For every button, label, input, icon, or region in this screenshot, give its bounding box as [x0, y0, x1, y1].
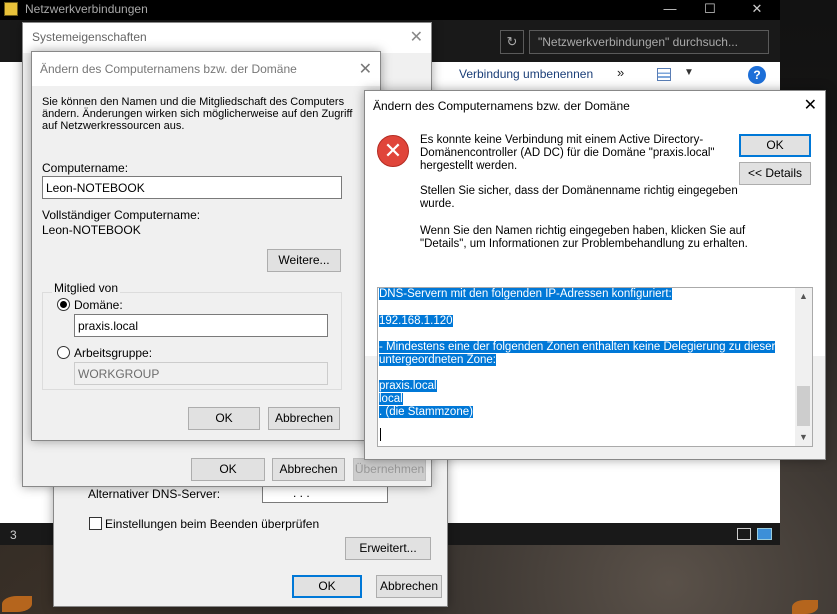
text-cursor	[380, 428, 381, 441]
computer-name-input[interactable]: Leon-NOTEBOOK	[42, 176, 342, 199]
details-view-icon[interactable]	[737, 528, 751, 540]
validate-settings-label: Einstellungen beim Beenden überprüfen	[105, 517, 320, 531]
details-line: . (die Stammzone)	[379, 406, 473, 419]
chevron-down-icon[interactable]: ▼	[684, 67, 694, 78]
workgroup-radio[interactable]	[57, 346, 70, 359]
alt-dns-label: Alternativer DNS-Server:	[88, 487, 221, 501]
workgroup-label: Arbeitsgruppe:	[74, 346, 153, 360]
minimize-button[interactable]: —	[655, 1, 685, 16]
help-icon[interactable]: ?	[748, 66, 766, 84]
computer-name-label: Computername:	[42, 161, 129, 175]
error-dialog: Ändern des Computernamens bzw. der Domän…	[364, 90, 826, 460]
details-line: 192.168.1.120	[379, 315, 453, 328]
change-computer-name-dialog: Ändern des Computernamens bzw. der Domän…	[31, 51, 381, 441]
cancel-button[interactable]: Abbrechen	[272, 458, 345, 481]
leaf-decoration	[2, 596, 32, 612]
error-message-2: Stellen Sie sicher, dass der Domänenname…	[420, 185, 738, 210]
scroll-up-icon[interactable]: ▲	[795, 288, 812, 305]
details-line-text: untergeordneten Zone:	[379, 354, 497, 366]
details-line: - Mindestens eine der folgenden Zonen en…	[379, 341, 776, 354]
window-title: Ändern des Computernamens bzw. der Domän…	[373, 99, 630, 113]
details-line: untergeordneten Zone:	[379, 354, 497, 367]
item-count: 3	[10, 528, 17, 542]
details-line-text: 192.168.1.120	[379, 315, 453, 327]
large-icons-view-icon[interactable]	[757, 528, 772, 540]
window-title: Ändern des Computernamens bzw. der Domän…	[40, 62, 297, 76]
view-options-icon[interactable]	[657, 68, 671, 81]
validate-settings-checkbox[interactable]	[89, 517, 102, 530]
folder-icon	[4, 2, 18, 16]
workgroup-input[interactable]: WORKGROUP	[74, 362, 328, 385]
details-line-text: DNS-Servern mit den folgenden IP-Adresse…	[379, 288, 672, 300]
details-line-text: - Mindestens eine der folgenden Zonen en…	[379, 341, 776, 353]
details-line-text: praxis.local	[379, 380, 437, 392]
close-button[interactable]: ✕	[742, 1, 772, 17]
titlebar: Systemeigenschaften ✕	[23, 23, 431, 53]
refresh-button[interactable]: ↻	[500, 30, 524, 54]
explorer-titlebar: Netzwerkverbindungen — ☐ ✕	[0, 0, 780, 20]
titlebar: Ändern des Computernamens bzw. der Domän…	[365, 91, 825, 121]
details-line-text: . (die Stammzone)	[379, 406, 473, 418]
details-line-text: local	[379, 393, 403, 405]
ok-button[interactable]: OK	[188, 407, 260, 430]
maximize-button[interactable]: ☐	[695, 1, 725, 17]
rename-connection-button[interactable]: Verbindung umbenennen	[459, 67, 593, 81]
close-icon[interactable]: ✕	[410, 27, 423, 47]
search-input[interactable]: "Netzwerkverbindungen" durchsuch...	[529, 30, 769, 54]
close-icon[interactable]: ✕	[359, 59, 372, 79]
vertical-scrollbar[interactable]: ▲ ▼	[795, 288, 812, 446]
domain-input[interactable]: praxis.local	[74, 314, 328, 337]
intro-text: Sie können den Namen und die Mitgliedsch…	[42, 96, 353, 132]
error-message-3: Wenn Sie den Namen richtig eingegeben ha…	[420, 225, 748, 250]
apply-button[interactable]: Übernehmen	[353, 458, 426, 481]
more-commands-button[interactable]: »	[617, 65, 624, 80]
explorer-title: Netzwerkverbindungen	[25, 2, 148, 16]
ok-button[interactable]: OK	[191, 458, 265, 481]
full-name-value: Leon-NOTEBOOK	[42, 223, 141, 237]
details-line: DNS-Servern mit den folgenden IP-Adresse…	[379, 288, 672, 301]
error-icon: ✕	[377, 135, 409, 167]
scroll-down-icon[interactable]: ▼	[795, 429, 812, 446]
leaf-decoration	[792, 600, 818, 614]
member-of-label: Mitglied von	[52, 281, 121, 295]
details-line: praxis.local	[379, 380, 437, 393]
details-button[interactable]: << Details	[739, 162, 811, 185]
more-button[interactable]: Weitere...	[267, 249, 341, 272]
cancel-button[interactable]: Abbrechen	[376, 575, 442, 598]
domain-label: Domäne:	[74, 298, 123, 312]
domain-radio[interactable]	[57, 298, 70, 311]
error-message-1: Es konnte keine Verbindung mit einem Act…	[420, 134, 715, 172]
advanced-button[interactable]: Erweitert...	[345, 537, 431, 560]
details-textbox[interactable]: DNS-Servern mit den folgenden IP-Adresse…	[377, 287, 813, 447]
close-icon[interactable]: ✕	[804, 95, 817, 115]
scroll-thumb[interactable]	[797, 386, 810, 426]
ok-button[interactable]: OK	[739, 134, 811, 157]
window-title: Systemeigenschaften	[32, 30, 147, 44]
details-line: local	[379, 393, 403, 406]
ok-button[interactable]: OK	[292, 575, 362, 598]
cancel-button[interactable]: Abbrechen	[268, 407, 340, 430]
titlebar: Ändern des Computernamens bzw. der Domän…	[32, 52, 380, 86]
full-name-label: Vollständiger Computername:	[42, 208, 201, 222]
